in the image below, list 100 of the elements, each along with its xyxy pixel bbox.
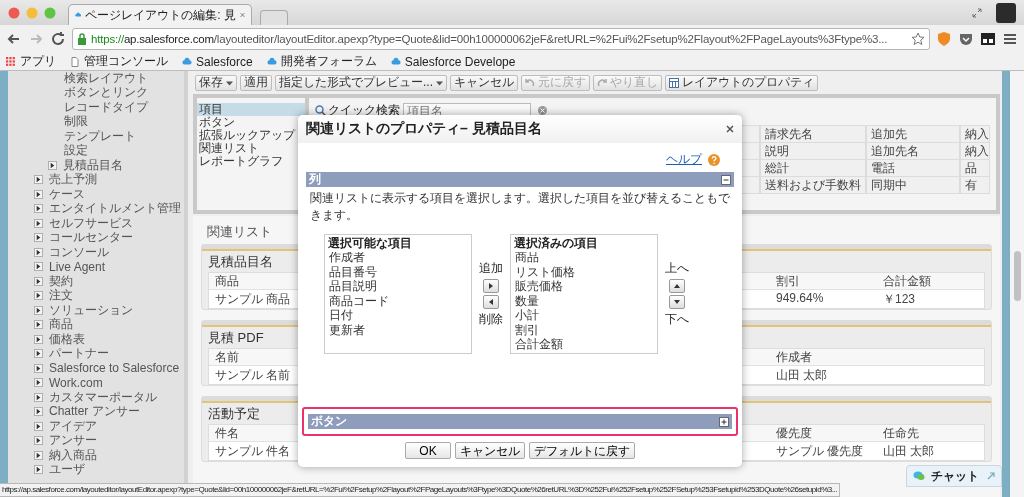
bookmark[interactable]: 管理コンソール <box>70 53 168 70</box>
expand-icon[interactable] <box>34 305 43 315</box>
field-item[interactable]: 電話 <box>866 160 960 177</box>
expand-icon[interactable] <box>34 175 43 185</box>
chat-widget[interactable]: チャット <box>906 465 1002 487</box>
expand-icon[interactable] <box>34 204 43 214</box>
expand-icon[interactable] <box>34 450 43 460</box>
expand-icon[interactable] <box>34 247 43 257</box>
list-option[interactable]: 品目番号 <box>329 264 377 279</box>
expand-icon[interactable] <box>34 392 43 402</box>
collapse-icon[interactable] <box>721 174 731 185</box>
expand-icon[interactable] <box>34 421 43 431</box>
expand-icon[interactable] <box>34 218 43 228</box>
toolbar-button[interactable]: 指定した形式でプレビュー... <box>275 74 447 91</box>
list-option[interactable]: 商品 <box>515 250 539 265</box>
list-option[interactable]: 小計 <box>515 308 539 323</box>
toolbar-button[interactable]: 適用 <box>240 74 272 91</box>
field-item[interactable]: 説明 <box>760 143 866 160</box>
star-icon[interactable] <box>911 32 925 46</box>
extension-icon[interactable] <box>980 31 996 47</box>
lock-icon <box>77 33 87 45</box>
palette-category[interactable]: 項目 <box>197 103 305 116</box>
help-link[interactable]: ヘルプ <box>666 151 702 168</box>
bookmark[interactable]: アプリ <box>6 53 56 70</box>
expand-icon[interactable] <box>34 436 43 446</box>
field-item[interactable]: 追加先名 <box>866 143 960 160</box>
bookmark[interactable]: Salesforce Develope <box>390 54 516 69</box>
list-option[interactable]: 品目説明 <box>329 279 377 294</box>
close-icon[interactable] <box>726 125 734 133</box>
clear-icon[interactable] <box>538 106 547 115</box>
bookmark[interactable]: 開発者フォーラム <box>266 53 377 70</box>
move-down-button[interactable] <box>669 295 685 309</box>
expand-icon[interactable] <box>34 378 43 388</box>
sidebar-item[interactable]: カスタマーポータル <box>49 388 157 406</box>
toolbar-button[interactable]: レイアウトのプロパティ <box>665 74 818 91</box>
sidebar-item[interactable]: Live Agent <box>49 259 106 274</box>
related-list-title: 見積品目名 <box>207 253 274 271</box>
toolbar-button[interactable]: 保存 <box>195 74 237 91</box>
list-option[interactable]: 数量 <box>515 293 539 308</box>
expand-icon[interactable] <box>34 262 43 272</box>
list-option[interactable]: 合計金額 <box>515 337 563 352</box>
list-box[interactable]: 選択可能な項目 作成者 品目番号 品目説明 商品コード 日付 更新者 <box>324 234 472 354</box>
curved-arrow-icon <box>525 77 535 88</box>
reload-icon[interactable] <box>50 31 66 47</box>
list-option[interactable]: 作成者 <box>329 250 365 265</box>
avatar-icon[interactable] <box>996 2 1016 23</box>
expand-icon[interactable] <box>34 407 43 417</box>
scrollbar[interactable] <box>1010 71 1024 497</box>
bookmark[interactable]: Salesforce <box>182 54 253 69</box>
list-option[interactable]: リスト価格 <box>515 264 575 279</box>
list-option[interactable]: 割引 <box>515 322 539 337</box>
move-up-button[interactable] <box>669 279 685 293</box>
field-item[interactable]: 同期中 <box>866 177 960 194</box>
field-item[interactable]: 納入 <box>960 143 990 160</box>
expand-icon[interactable] <box>48 160 57 170</box>
apps-grid-icon <box>6 56 16 67</box>
expand-icon[interactable] <box>34 320 43 330</box>
field-item[interactable]: 送料および手数料 <box>760 177 866 194</box>
list-option[interactable]: 更新者 <box>329 322 365 337</box>
expand-icon[interactable] <box>34 363 43 373</box>
dialog-button[interactable]: OK <box>405 442 451 459</box>
expand-icon[interactable] <box>34 291 43 301</box>
column-header: 作成者 <box>775 348 813 366</box>
expand-icon[interactable] <box>34 189 43 199</box>
toolbar-button[interactable]: キャンセル <box>450 74 518 91</box>
sidebar-item[interactable]: Salesforce to Salesforce <box>49 361 180 376</box>
pocket-icon[interactable] <box>958 31 974 47</box>
expand-icon[interactable] <box>34 233 43 243</box>
expand-icon[interactable] <box>719 416 729 427</box>
field-item[interactable]: 追加先 <box>866 126 960 143</box>
browser-tab[interactable]: ページレイアウトの編集: 見 <box>68 4 252 25</box>
field-item[interactable]: 請求先名 <box>760 126 866 143</box>
list-option[interactable]: 日付 <box>329 308 353 323</box>
table-cell-text: サンプル 名前 <box>214 366 292 384</box>
field-item[interactable]: 品 <box>960 160 990 177</box>
field-item[interactable]: 納入 <box>960 126 990 143</box>
expand-icon[interactable] <box>34 349 43 359</box>
list-option[interactable]: 商品コード <box>329 293 389 308</box>
list-box[interactable]: 選択済みの項目 商品 リスト価格 販売価格 数量 小計 割引 合計金額 <box>510 234 658 354</box>
dialog-button[interactable]: キャンセル <box>455 442 525 459</box>
expand-icon[interactable] <box>34 334 43 344</box>
sidebar-item[interactable]: パートナー <box>49 345 109 363</box>
field-item[interactable]: 有 <box>960 177 990 194</box>
description-text: 関連リストに表示する項目を選択します。選択した項目を並び替えることもできます。 <box>309 190 731 224</box>
remove-button[interactable] <box>483 295 499 309</box>
sidebar-item[interactable]: Work.com <box>49 375 103 390</box>
address-bar[interactable]: https://ap.salesforce.com/layouteditor/layoutEditor.apexp?type=Quote&lid=00h100000062jeF&retURL=%2Fui%2Fsetup%2Flayout%2FPageLayouts%3Ftype%3... <box>72 28 930 50</box>
expand-icon[interactable] <box>34 276 43 286</box>
add-button[interactable] <box>483 279 499 293</box>
dialog-button[interactable]: デフォルトに戻す <box>529 442 635 459</box>
table-cell-text: ￥123 <box>882 290 917 308</box>
field-item[interactable]: 総計 <box>760 160 866 177</box>
sidebar-item[interactable]: 検索レイアウト <box>64 69 148 87</box>
menu-icon[interactable] <box>1002 31 1018 47</box>
sidebar-item[interactable]: ユーザ <box>49 461 85 479</box>
expand-icon[interactable] <box>34 465 43 475</box>
table-cell-text: 山田 太郎 <box>775 366 829 384</box>
list-option[interactable]: 販売価格 <box>515 279 563 294</box>
down-label: 下へ <box>665 311 689 328</box>
sidebar-item[interactable]: 契約 <box>49 272 73 290</box>
